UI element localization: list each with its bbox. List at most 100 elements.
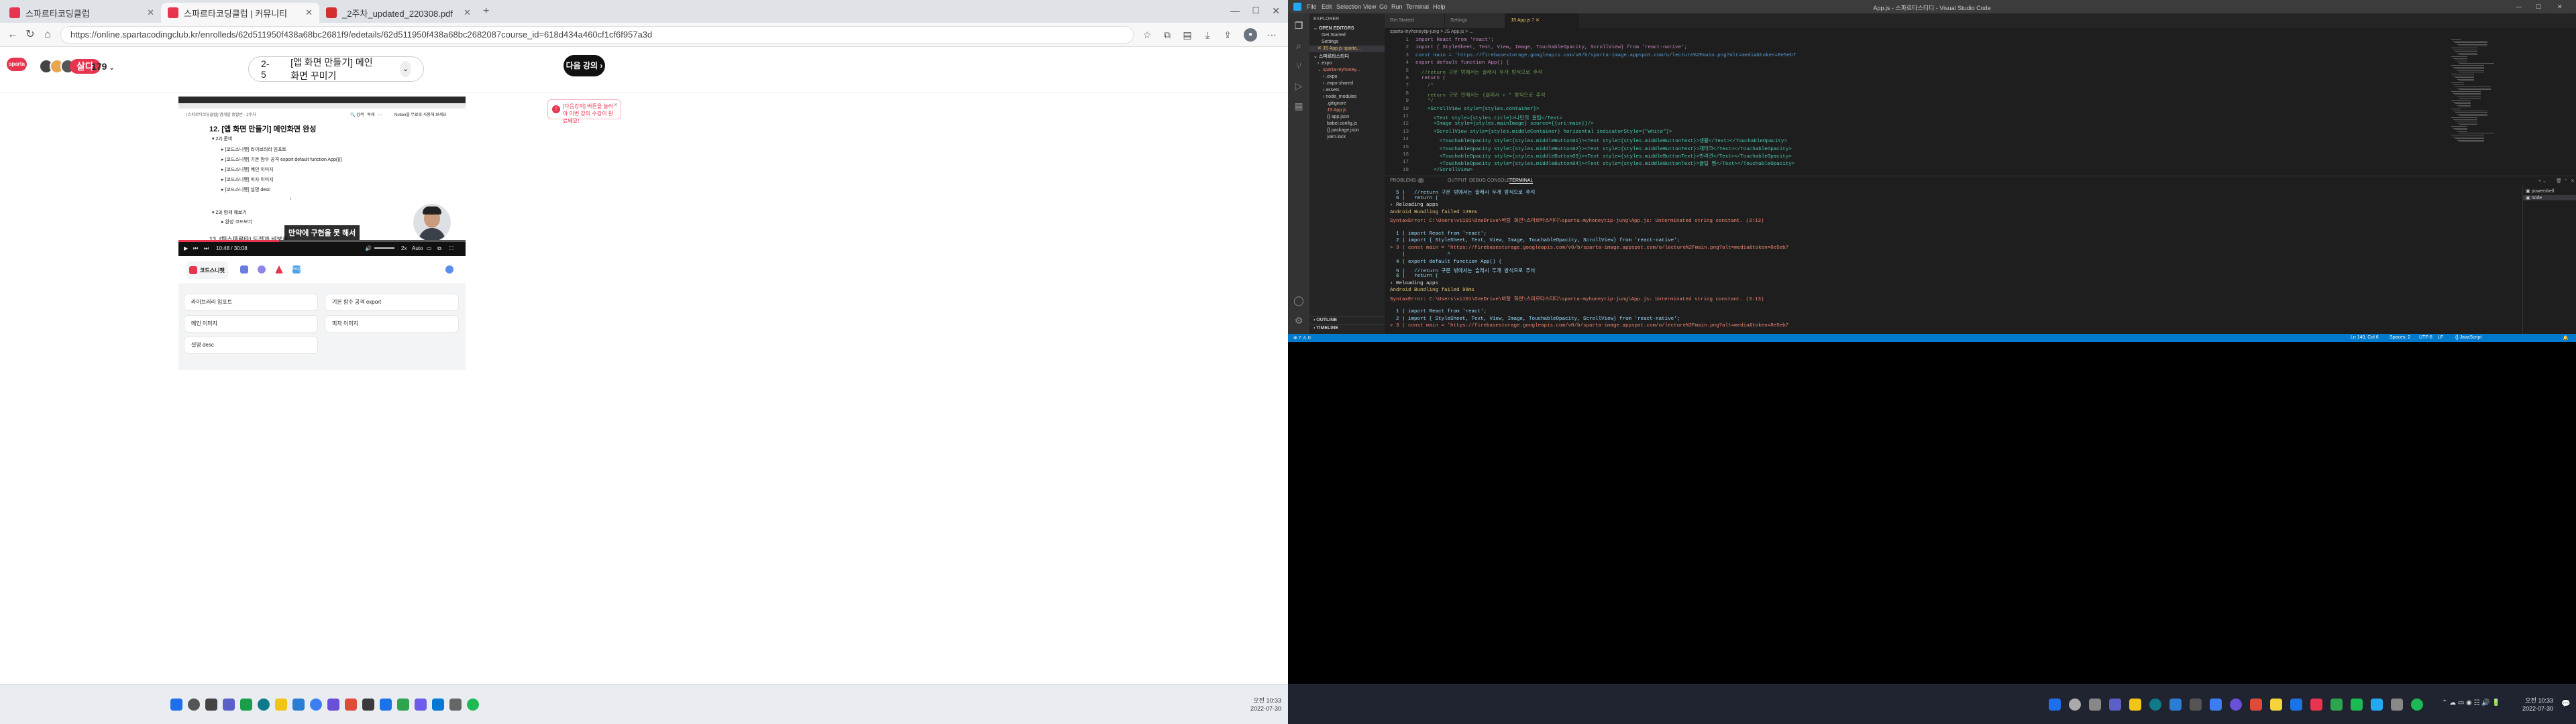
notifications-bell-icon[interactable]: 🔔 [2563,335,2569,341]
breadcrumb[interactable]: sparta-myhoneytip-jung > JS App.js > ... [1385,28,1473,36]
status-cursor-position[interactable]: Ln 140, Col 6 [2351,335,2379,340]
refresh-icon[interactable]: ↻ [23,27,38,42]
menu-go[interactable]: Go [1379,3,1387,10]
close-tab-icon[interactable]: ✕ [464,7,471,18]
close-tab-icon[interactable]: ✕ [305,7,313,18]
collections-icon[interactable]: ▤ [1181,28,1194,42]
search-icon[interactable]: ⌕ [1293,40,1304,51]
snippet-card[interactable]: 라이브러리 임포트 [184,294,318,311]
status-eol[interactable]: LF [2438,335,2443,340]
app-icon[interactable] [2169,699,2182,711]
app-icon[interactable] [2310,699,2322,711]
manage-gear-icon[interactable]: ⚙ [1293,315,1304,326]
app-icon[interactable] [397,699,409,711]
search-icon[interactable] [188,699,200,711]
snippet-card[interactable]: 기본 함수 공격 export [325,294,459,311]
tree-item[interactable]: yarn.lock [1309,134,1385,141]
app-icon[interactable] [2210,699,2222,711]
close-window-icon[interactable]: ✕ [2557,3,2563,11]
explorer-icon[interactable] [275,699,287,711]
menu-terminal[interactable]: Terminal [1406,3,1429,10]
explorer-icon[interactable]: ❐ [1293,20,1304,31]
back-icon[interactable]: ← [5,27,20,42]
tab-settings[interactable]: Settings [1445,13,1505,28]
explorer-icon[interactable] [2129,699,2141,711]
close-panel-icon[interactable]: ✕ [2571,178,2575,184]
open-editor-item[interactable]: Settings [1309,39,1385,46]
tree-item[interactable]: › assets [1309,87,1385,94]
teams-icon[interactable] [223,699,235,711]
tree-item[interactable]: ⌄ sparta-myhoney... [1309,67,1385,74]
volume-slider[interactable] [374,247,394,249]
star-icon[interactable]: ☆ [1140,28,1154,42]
video-progress-bar[interactable] [178,240,466,242]
snippet-card[interactable]: 피자 이미지 [325,315,459,333]
status-problems[interactable]: ⊗ 7 ⚠ 0 [1293,335,1311,341]
download-icon[interactable]: ⤓ [1201,28,1214,42]
menu-selection[interactable]: Selection [1336,3,1361,10]
edge-icon[interactable] [2149,699,2161,711]
tab-debug-console[interactable]: DEBUG CONSOLE [1469,178,1510,183]
terminal-item[interactable]: ▣ powershell [2526,188,2554,194]
snippet-card[interactable]: 메인 이미지 [184,315,318,333]
app-icon[interactable] [2351,699,2363,711]
new-terminal-icon[interactable]: + ⌄ [2538,178,2546,184]
kill-terminal-icon[interactable]: 🗑 [2556,178,2562,184]
document-icon[interactable] [240,265,248,274]
app-icon[interactable] [240,699,252,711]
next-icon[interactable]: ⏭ [204,245,209,252]
open-editor-item-active[interactable]: ✕ JS App.js sparta... [1309,46,1385,52]
teams-icon[interactable] [2109,699,2121,711]
browser-tab[interactable]: 스파르타코딩클럽 ✕ [3,3,161,23]
menu-view[interactable]: View [1363,3,1376,10]
browser-tab-active[interactable]: 스파르타코딩클럽 | 커뮤니티 ✕ [161,3,319,23]
account-icon[interactable]: ◯ [1293,295,1304,306]
spotify-icon[interactable] [467,699,479,711]
chevron-down-icon[interactable]: ⌄ [400,61,411,77]
warning-icon[interactable] [275,265,283,274]
menu-edit[interactable]: Edit [1322,3,1332,10]
edge-icon[interactable] [258,699,270,711]
run-debug-icon[interactable]: ▷ [1293,80,1304,91]
app-icon[interactable] [2330,699,2343,711]
spotify-icon[interactable] [2411,699,2423,711]
app-icon[interactable] [449,699,462,711]
more-icon[interactable]: ⋯ [1265,28,1279,42]
outline-header[interactable]: › OUTLINE [1309,316,1385,323]
tree-item[interactable]: babel.config.js [1309,121,1385,127]
extensions-icon[interactable]: ⧉ [1161,28,1174,42]
menu-help[interactable]: Help [1433,3,1446,10]
tree-item[interactable]: › node_modules [1309,94,1385,101]
snippet-card[interactable]: 설명 desc [184,337,318,354]
next-lesson-button[interactable]: 다음 강의 › [564,55,605,76]
code-editor[interactable]: 1 import React from 'react'; 2 import { Sty… [1385,36,2576,176]
tab-app-js[interactable]: JS App.js 7 ✕ [1505,13,1579,28]
maximize-icon[interactable]: ☐ [1252,5,1260,16]
vscode-icon[interactable] [2371,699,2383,711]
terminal-item-active[interactable]: ▣ node [2523,195,2576,200]
fullscreen-icon[interactable]: ⛶ [449,245,453,252]
task-view-icon[interactable] [2089,699,2101,711]
tree-item[interactable]: {} package.json [1309,127,1385,134]
clock[interactable]: 오전 10:33 2022-07-30 [1250,697,1281,713]
timeline-header[interactable]: › TIMELINE [1309,324,1385,331]
tree-item[interactable]: .gitignore [1309,101,1385,107]
app-icon[interactable] [415,699,427,711]
app-icon[interactable] [380,699,392,711]
app-icon[interactable] [2391,699,2403,711]
start-icon[interactable] [2049,699,2061,711]
app-icon[interactable] [362,699,374,711]
speed-label[interactable]: 2x [401,245,407,251]
notification-icon[interactable]: 💬 [2561,699,2571,708]
video-player[interactable]: [스파르타코딩클럽] 앱개발 종합반 - 2주차 🔍 검색 복제 ⋯ Notio… [178,97,466,256]
minimap[interactable] [2449,36,2496,150]
task-view-icon[interactable] [205,699,217,711]
volume-icon[interactable]: 🔊 [365,245,372,251]
app-icon[interactable] [310,699,322,711]
status-indentation[interactable]: Spaces: 2 [2390,335,2410,340]
tab-code-snippet[interactable]: 코드스니펫 [186,261,228,279]
tree-item[interactable]: › .expo [1309,60,1385,67]
menu-file[interactable]: File [1307,3,1317,10]
search-icon[interactable] [2069,699,2081,711]
captions-icon[interactable]: ▭ [427,245,432,251]
